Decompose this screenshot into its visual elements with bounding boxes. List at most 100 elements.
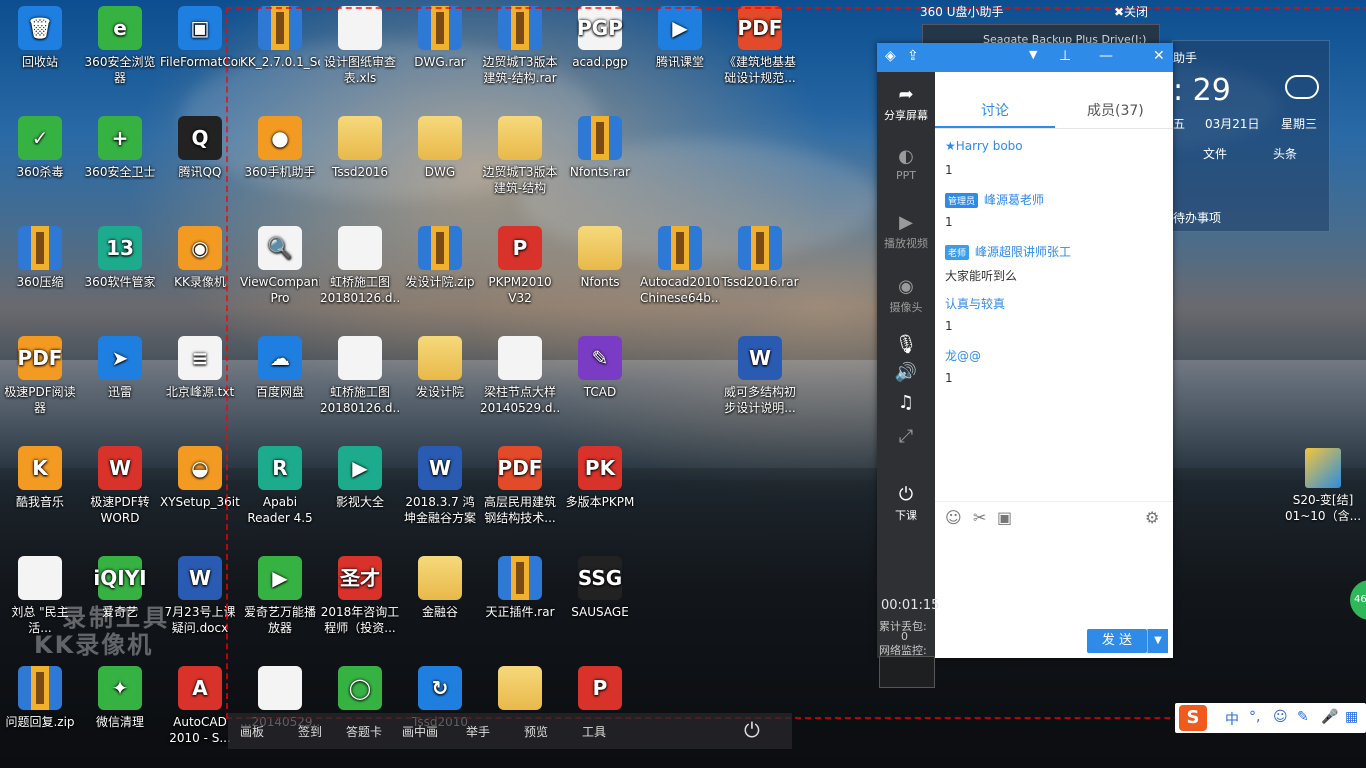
desktop-icon[interactable]: 发设计院 xyxy=(400,336,480,400)
desktop-icon[interactable]: PDF 《建筑地基基础设计规范... xyxy=(720,6,800,86)
desktop-icon[interactable]: ☁ 百度网盘 xyxy=(240,336,320,400)
desktop-icon[interactable]: ✓ 360杀毒 xyxy=(0,116,80,180)
desktop-icon[interactable]: ● 360手机助手 xyxy=(240,116,320,180)
desktop-icon[interactable]: 圣才 2018年咨询工程师（投资... xyxy=(320,556,400,636)
desktop-icon[interactable]: ◒ XYSetup_36itu_3.0.9.100... xyxy=(160,446,240,510)
desktop-icon[interactable]: ▶ 腾讯课堂 xyxy=(640,6,720,70)
desktop-icon[interactable]: 边贸城T3版本建筑-结构 xyxy=(480,116,560,196)
desktop-icon[interactable]: Nfonts.rar xyxy=(560,116,640,180)
desktop-icon[interactable]: DWG xyxy=(400,116,480,180)
desktop-icon[interactable]: ◉ KK录像机 xyxy=(160,226,240,290)
desktop-icon[interactable]: ≡ 北京峰源.txt xyxy=(160,336,240,400)
ppt-button[interactable]: ◐ PPT xyxy=(877,146,935,182)
desktop-file-icon xyxy=(18,666,62,710)
play-video-button[interactable]: ▶ 播放视频 xyxy=(877,212,935,251)
desktop-icon[interactable]: ✎ TCAD xyxy=(560,336,640,400)
desktop-icon[interactable] xyxy=(480,666,560,714)
desktop-icon[interactable]: W 极速PDF转WORD xyxy=(80,446,160,526)
minimize-icon[interactable]: — xyxy=(1099,48,1113,64)
desktop-icon[interactable]: ➤ 迅雷 xyxy=(80,336,160,400)
desktop-icon[interactable]: P xyxy=(560,666,640,714)
emoji-ime-icon[interactable]: ☺ xyxy=(1273,709,1288,725)
pin-icon[interactable]: ⊥ xyxy=(1059,48,1071,64)
bottom-item-preview[interactable]: 预览 xyxy=(524,723,548,740)
widget-headline-link[interactable]: 头条 xyxy=(1273,145,1297,162)
desktop-icon[interactable]: Tssd2016 xyxy=(320,116,400,180)
punctuation-icon[interactable]: °, xyxy=(1249,709,1260,725)
usb-helper-close-button[interactable]: ✖关闭 xyxy=(1114,3,1148,20)
speaker-button[interactable]: 🔊 xyxy=(877,362,935,385)
bottom-item-whiteboard[interactable]: 画板 xyxy=(240,723,264,740)
desktop-icon[interactable]: W 2018.3.7 鸿坤金融谷方案 ... xyxy=(400,446,480,528)
bottom-item-tools[interactable]: 工具 xyxy=(582,723,606,740)
send-options-icon[interactable]: ▼ xyxy=(1147,629,1168,653)
desktop-icon[interactable]: Q 腾讯QQ xyxy=(160,116,240,180)
desktop-icon[interactable]: R Apabi Reader 4.5 xyxy=(240,446,320,526)
desktop-icon[interactable]: W 7月23号上课疑问.docx xyxy=(160,556,240,636)
sogou-logo-icon[interactable]: S xyxy=(1179,705,1207,731)
desktop-icon[interactable]: 360压缩 xyxy=(0,226,80,290)
desktop-icon[interactable]: ▶ 影视大全 xyxy=(320,446,400,510)
share-screen-button[interactable]: ➦ 分享屏幕 xyxy=(877,84,935,123)
emoji-icon[interactable]: ☺ xyxy=(945,508,962,527)
desktop-icon[interactable]: 13 360软件管家 xyxy=(80,226,160,290)
widget-file-link[interactable]: 文件 xyxy=(1203,145,1227,162)
tab-discuss[interactable]: 讨论 xyxy=(981,100,1009,120)
desktop-icon[interactable]: 虹桥施工图20180126.d... xyxy=(320,226,400,306)
bottom-item-checkin[interactable]: 签到 xyxy=(298,723,322,740)
desktop-icon[interactable]: ◯ xyxy=(320,666,400,714)
share-out-icon[interactable]: ⇪ xyxy=(907,48,919,64)
pen-icon[interactable]: ✎ xyxy=(1297,709,1309,725)
scissors-icon[interactable]: ✂ xyxy=(973,508,986,527)
desktop-icon[interactable]: Autocad2010 Chinese64b... xyxy=(640,226,720,306)
desktop-icon[interactable]: +360安全卫士 xyxy=(80,116,160,180)
desktop-icon[interactable]: 边贸城T3版本建筑-结构.rar xyxy=(480,6,560,86)
desktop-icon[interactable]: e 360安全浏览器 xyxy=(80,6,160,86)
send-button[interactable]: 发 送 xyxy=(1087,629,1147,653)
voice-icon[interactable]: 🎤 xyxy=(1321,709,1338,725)
bottom-item-answer-card[interactable]: 答题卡 xyxy=(346,723,382,740)
desktop-icon[interactable]: 梁柱节点大样20140529.d... xyxy=(480,336,560,416)
desktop-icon[interactable]: K 酷我音乐 xyxy=(0,446,80,510)
bottom-item-pip[interactable]: 画中画 xyxy=(402,723,438,740)
desktop-icon-s20[interactable]: S20-变[结] 01~10（含... xyxy=(1280,448,1366,524)
desktop-icon[interactable]: Tssd2016.rar xyxy=(720,226,800,290)
widget-todo[interactable]: 待办事项 xyxy=(1173,209,1221,226)
music-button[interactable]: ♫ xyxy=(877,392,935,415)
desktop-icon[interactable]: 天正插件.rar xyxy=(480,556,560,620)
microphone-button[interactable]: 🎙 xyxy=(877,334,935,357)
desktop-icon[interactable]: PDF 高层民用建筑钢结构技术... xyxy=(480,446,560,526)
fullscreen-button[interactable]: ⤢ xyxy=(877,426,935,449)
desktop-icon[interactable]: ✦ 微信清理 xyxy=(80,666,160,730)
settings-icon[interactable]: ⚙ xyxy=(1145,508,1159,527)
dropdown-icon[interactable]: ▼ xyxy=(1029,48,1037,61)
desktop-icon[interactable]: ▶ 爱奇艺万能播放器 xyxy=(240,556,320,636)
desktop-icon[interactable]: Nfonts xyxy=(560,226,640,290)
bottom-item-raise-hand[interactable]: 举手 xyxy=(466,723,490,740)
image-icon[interactable]: ▣ xyxy=(997,508,1012,527)
desktop-icon[interactable]: 问题回复.zip xyxy=(0,666,80,730)
desktop-icon[interactable]: 金融谷 xyxy=(400,556,480,620)
desktop-icon[interactable]: KK_2.7.0.1_Setup.rar xyxy=(240,6,320,70)
camera-button[interactable]: ◉ 摄像头 xyxy=(877,276,935,315)
ime-mode[interactable]: 中 xyxy=(1225,709,1239,729)
desktop-icon[interactable]: DWG.rar xyxy=(400,6,480,70)
desktop-icon-label: 虹桥施工图20180126.d... xyxy=(320,385,400,415)
power-icon[interactable]: ⏻ xyxy=(744,718,760,742)
desktop-icon[interactable]: PK 多版本PKPM xyxy=(560,446,640,510)
desktop-icon[interactable]: SSG SAUSAGE xyxy=(560,556,640,620)
desktop-icon[interactable]: 设计图纸审查表.xls xyxy=(320,6,400,86)
desktop-icon[interactable]: 虹桥施工图20180126.d... xyxy=(320,336,400,416)
desktop-icon[interactable]: PGP acad.pgp xyxy=(560,6,640,70)
close-icon[interactable]: ✕ xyxy=(1153,48,1165,64)
desktop-icon[interactable]: 🗑 回收站 xyxy=(0,6,80,70)
desktop-icon[interactable]: 发设计院.zip xyxy=(400,226,480,290)
end-class-button[interactable]: ⏻ 下课 xyxy=(877,484,935,523)
desktop-icon[interactable]: PDF 极速PDF阅读器 xyxy=(0,336,80,416)
desktop-icon[interactable]: 🔍 ViewCompanion Pro xyxy=(240,226,320,306)
desktop-icon[interactable]: W 威可多结构初步设计说明... xyxy=(720,336,800,416)
desktop-icon[interactable]: P PKPM2010 V32 xyxy=(480,226,560,306)
desktop-icon[interactable]: ▣ FileFormatConverters.exe xyxy=(160,6,240,70)
tab-members[interactable]: 成员(37) xyxy=(1087,100,1144,120)
toolbox-icon[interactable]: ▦ xyxy=(1345,709,1358,725)
